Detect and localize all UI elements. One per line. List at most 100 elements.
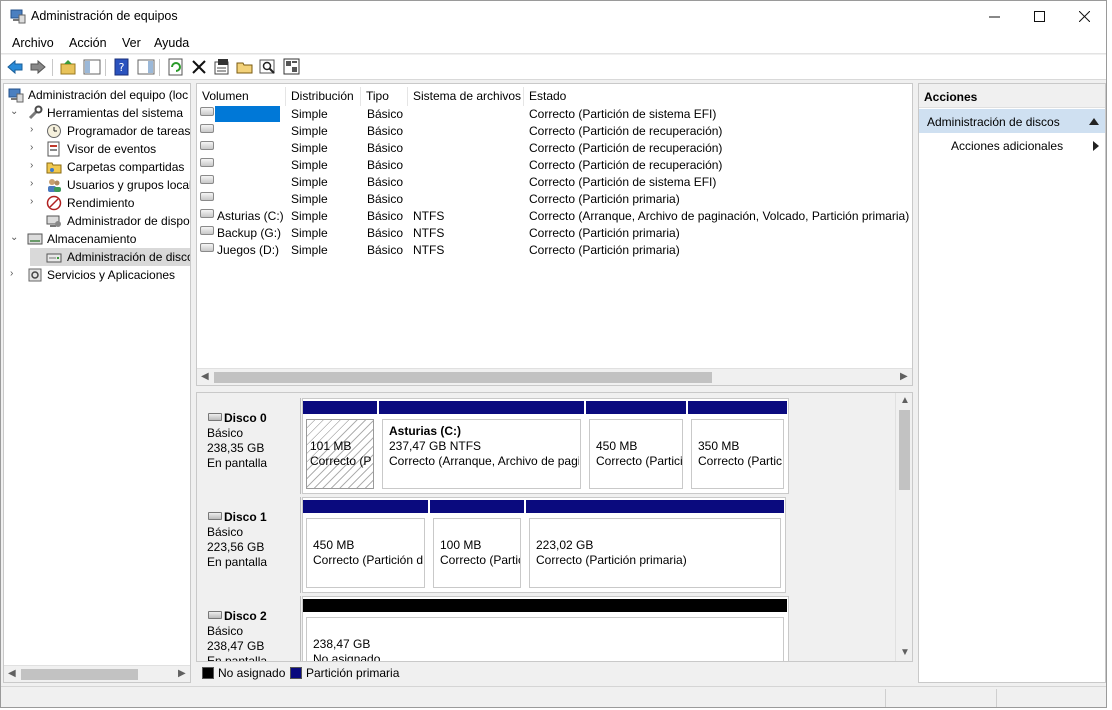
scroll-right-icon[interactable]: ▶ [900,371,908,382]
delete-icon[interactable] [190,58,208,76]
collapsed-chevron-icon[interactable]: › [30,124,40,135]
partition-bar [303,500,428,513]
volume-list-horizontal-scrollbar[interactable]: ◀ ▶ [197,368,912,385]
collapsed-chevron-icon[interactable]: › [30,196,40,207]
tree-item-task-scheduler[interactable]: › Programador de tareas [30,122,190,140]
refresh-icon[interactable] [167,58,185,76]
expanded-chevron-icon[interactable]: ⌄ [10,232,20,243]
tree-item-system-tools[interactable]: ⌄ Herramientas del sistema [10,104,190,122]
expanded-chevron-icon[interactable]: ⌄ [10,106,20,117]
tree-label: Almacenamiento [47,232,137,246]
partition-box: 238,47 GB No asignado [306,617,784,661]
disk-2-label[interactable]: Disco 2 Básico 238,47 GB En pantalla [198,596,301,661]
partition-status: Correcto (P [310,454,372,468]
minimize-button[interactable] [971,1,1017,32]
volume-status: Correcto (Partición primaria) [529,243,680,257]
forward-arrow-icon[interactable] [29,58,47,76]
disk-map-vertical-scrollbar[interactable]: ▲ ▼ [895,393,912,661]
actions-disk-management[interactable]: Administración de discos [919,109,1105,133]
volume-row[interactable]: Simple Básico Correcto (Partición primar… [197,191,912,208]
volume-row[interactable]: Asturias (C:) Simple Básico NTFS Correct… [197,208,912,225]
column-header-layout[interactable]: Distribución [286,87,361,106]
disk-0-label[interactable]: Disco 0 Básico 238,35 GB En pantalla [198,398,301,494]
volume-row[interactable]: Simple Básico Correcto (Partición de rec… [197,140,912,157]
tree-item-disk-management[interactable]: Administración de disco [30,248,190,266]
scroll-left-icon[interactable]: ◀ [8,668,16,679]
volume-type: Básico [367,209,404,223]
tree-label: Carpetas compartidas [67,160,185,174]
computer-management-icon [8,88,24,103]
legend: No asignado Partición primaria [196,663,913,683]
partition-size: 450 MB [313,538,355,552]
properties-icon[interactable] [213,58,231,76]
tree-item-shared-folders[interactable]: › Carpetas compartidas [30,158,190,176]
tree-item-local-users[interactable]: › Usuarios y grupos locale [30,176,191,194]
tree-item-event-viewer[interactable]: › Visor de eventos [30,140,190,158]
partition-recovery-3[interactable]: 450 MB Correcto (Partición d [303,500,428,591]
disk-0-partitions: 101 MB Correcto (P Asturias (C:) 237,47 … [302,398,789,494]
column-header-filesystem[interactable]: Sistema de archivos [408,87,524,106]
tree-item-device-manager[interactable]: Administrador de dispo [30,212,190,230]
partition-size: 237,47 GB NTFS [389,439,482,453]
open-icon[interactable] [236,58,254,76]
show-hide-tree-icon[interactable] [83,58,101,76]
export-icon[interactable] [283,58,301,76]
tree-item-performance[interactable]: › Rendimiento [30,194,190,212]
scroll-down-icon[interactable]: ▼ [900,647,910,658]
collapsed-chevron-icon[interactable]: › [10,268,20,279]
scroll-thumb[interactable] [214,372,712,383]
close-button[interactable] [1061,1,1106,32]
volume-row[interactable]: Backup (G:) Simple Básico NTFS Correcto … [197,225,912,242]
partition-asturias[interactable]: Asturias (C:) 237,47 GB NTFS Correcto (A… [379,401,584,492]
tree-item-computer-management[interactable]: Administración del equipo (loc [7,86,190,104]
column-header-volume[interactable]: Volumen [197,87,286,106]
partition-recovery-1[interactable]: 450 MB Correcto (Partici [586,401,686,492]
scroll-thumb[interactable] [21,669,138,680]
partition-primary[interactable]: 223,02 GB Correcto (Partición primaria) [526,500,784,591]
scroll-up-icon[interactable]: ▲ [900,395,910,406]
actions-more-item[interactable]: Acciones adicionales [951,139,1063,153]
tree-item-services-apps[interactable]: › Servicios y Aplicaciones [10,266,190,284]
volume-row[interactable]: Simple Básico Correcto (Partición de rec… [197,123,912,140]
disk-1-label[interactable]: Disco 1 Básico 223,56 GB En pantalla [198,497,301,593]
volume-layout: Simple [291,192,328,206]
menu-accion[interactable]: Acción [69,36,107,50]
tree-label: Usuarios y grupos locale [67,178,191,192]
volume-row[interactable]: Simple Básico Correcto (Partición de sis… [197,106,912,123]
partition-efi[interactable]: 101 MB Correcto (P [303,401,377,492]
volume-layout: Simple [291,226,328,240]
back-arrow-icon[interactable] [6,58,24,76]
clock-icon [47,124,61,138]
collapsed-chevron-icon[interactable]: › [30,142,40,153]
partition-recovery-2[interactable]: 350 MB Correcto (Partic [688,401,787,492]
submenu-arrow-icon[interactable] [1093,141,1099,151]
volume-name: Backup (G:) [217,226,282,240]
collapsed-chevron-icon[interactable]: › [30,160,40,171]
tree-item-storage[interactable]: ⌄ Almacenamiento [10,230,190,248]
column-header-type[interactable]: Tipo [361,87,408,106]
menu-ayuda[interactable]: Ayuda [154,36,189,50]
show-hide-action-icon[interactable] [137,58,155,76]
volume-row[interactable]: Simple Básico Correcto (Partición de sis… [197,174,912,191]
volume-row[interactable]: Juegos (D:) Simple Básico NTFS Correcto … [197,242,912,259]
scroll-right-icon[interactable]: ▶ [178,668,186,679]
collapsed-chevron-icon[interactable]: › [30,178,40,189]
column-header-status[interactable]: Estado [524,87,912,106]
maximize-button[interactable] [1016,1,1062,32]
collapse-up-icon[interactable] [1089,118,1099,125]
menu-ver[interactable]: Ver [122,36,141,50]
search-icon[interactable] [259,58,277,76]
volume-type: Básico [367,175,404,189]
partition-efi-2[interactable]: 100 MB Correcto (Partic [430,500,524,591]
partition-unallocated[interactable]: 238,47 GB No asignado [303,599,787,661]
menu-archivo[interactable]: Archivo [12,36,54,50]
up-folder-icon[interactable] [59,58,77,76]
help-icon[interactable]: ? [113,58,131,76]
volume-icon [200,243,214,252]
scroll-left-icon[interactable]: ◀ [201,371,209,382]
volume-layout: Simple [291,243,328,257]
scroll-thumb[interactable] [899,410,910,490]
volume-row[interactable]: Simple Básico Correcto (Partición de rec… [197,157,912,174]
window-title: Administración de equipos [31,9,178,23]
left-horizontal-scrollbar[interactable]: ◀ ▶ [4,665,190,682]
